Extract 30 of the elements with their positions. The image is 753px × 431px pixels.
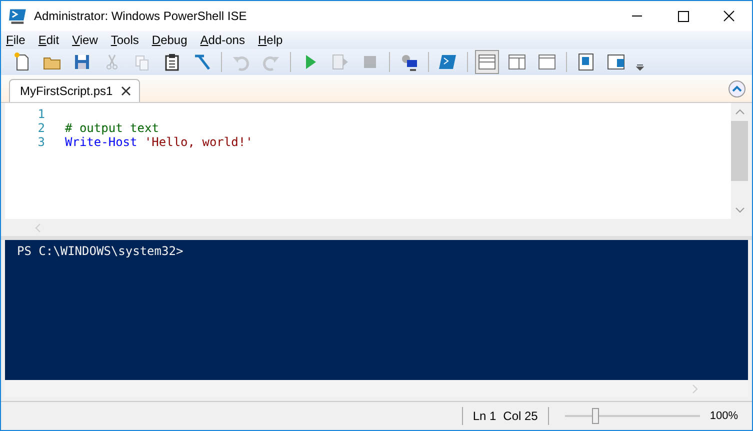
horizontal-scrollbar[interactable] (5, 380, 748, 397)
overflow-icon[interactable] (635, 62, 645, 72)
line-indicator: Ln 1 (472, 409, 496, 423)
zoom-level: 100% (710, 410, 738, 422)
chevron-up-icon[interactable] (734, 109, 744, 115)
menu-item[interactable]: Add-ons (199, 33, 246, 47)
vertical-scrollbar[interactable] (731, 103, 748, 219)
menu-item[interactable]: Debug (150, 33, 188, 47)
menu-item[interactable]: Edit (37, 33, 60, 47)
column-indicator: Col 25 (503, 409, 538, 423)
line-number: 3 (36, 135, 45, 149)
menu-item[interactable]: Help (256, 33, 284, 47)
layout-icon[interactable] (476, 51, 498, 73)
menu-item[interactable]: Tools (110, 33, 140, 47)
chevron-down-icon[interactable] (734, 207, 744, 213)
slider-thumb[interactable] (592, 408, 599, 424)
code-token: # output text (65, 121, 159, 135)
collapse-icon[interactable] (728, 80, 746, 98)
window-title: Administrator: Windows PowerShell ISE (34, 9, 248, 23)
code-token: 'Hello, world!' (144, 135, 253, 149)
menu-item[interactable]: View (71, 33, 99, 47)
powershell-icon (9, 7, 27, 25)
console-prompt: PS C:\WINDOWS\system32> (17, 244, 184, 258)
close-icon[interactable] (120, 86, 131, 96)
code-token: Write-Host (65, 135, 138, 149)
console-pane[interactable]: PS C:\WINDOWS\system32> (5, 240, 748, 380)
menu-item[interactable]: File (5, 33, 26, 47)
script-tab[interactable]: MyFirstScript.ps1 (9, 79, 140, 102)
line-number: 2 (36, 121, 45, 135)
line-number: 1 (36, 107, 45, 121)
